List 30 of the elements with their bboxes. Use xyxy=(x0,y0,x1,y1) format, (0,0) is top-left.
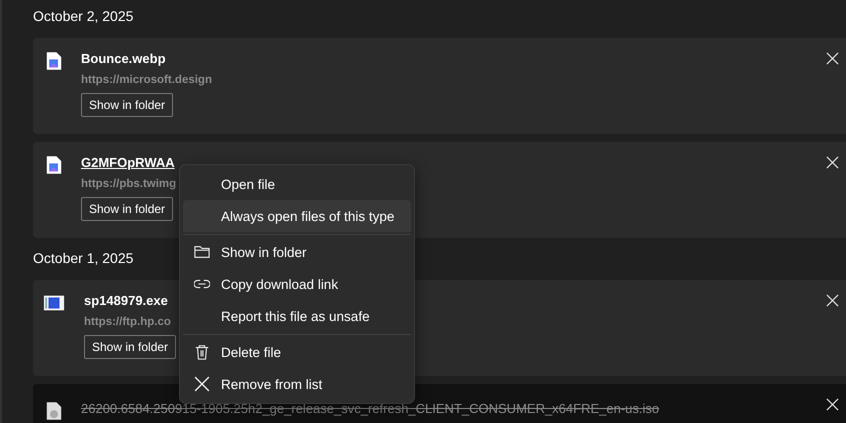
application-file-icon xyxy=(43,293,65,313)
show-in-folder-button[interactable]: Show in folder xyxy=(81,93,174,117)
folder-icon xyxy=(194,244,210,260)
menu-item[interactable]: Open file xyxy=(183,168,411,200)
close-icon[interactable] xyxy=(826,294,839,307)
menu-item[interactable]: Always open files of this type xyxy=(183,200,411,236)
file-source-url: https://ftp.hp.co xyxy=(84,315,171,329)
date-heading: October 1, 2025 xyxy=(33,249,134,268)
show-in-folder-button[interactable]: Show in folder xyxy=(84,335,176,359)
image-file-icon xyxy=(46,51,62,71)
close-icon xyxy=(194,376,210,392)
file-name[interactable]: 26200.6584.250915-1905.25h2_ge_release_svc_refresh_CLIENT_CONSUMER_x64FRE_en-us.iso xyxy=(81,400,660,418)
close-icon[interactable] xyxy=(826,156,839,169)
disc-file-icon xyxy=(46,401,62,421)
menu-item[interactable]: Report this file as unsafe xyxy=(183,300,411,336)
menu-item[interactable]: Show in folder xyxy=(183,236,411,268)
close-icon[interactable] xyxy=(826,52,839,65)
trash-icon xyxy=(194,344,210,360)
file-name[interactable]: G2MFOpRWAA xyxy=(81,154,175,172)
file-name[interactable]: Bounce.webp xyxy=(81,50,166,68)
date-heading: October 2, 2025 xyxy=(33,7,134,26)
close-icon[interactable] xyxy=(826,398,839,411)
file-name[interactable]: sp148979.exe xyxy=(84,292,168,310)
menu-item[interactable]: Copy download link xyxy=(183,268,411,300)
image-file-icon xyxy=(46,155,62,175)
show-in-folder-button[interactable]: Show in folder xyxy=(81,197,174,221)
file-source-url: https://pbs.twimg xyxy=(81,177,176,191)
menu-item[interactable]: Delete file xyxy=(183,336,411,368)
file-source-url: https://microsoft.design xyxy=(81,73,212,87)
menu-item[interactable]: Remove from list xyxy=(183,368,411,400)
